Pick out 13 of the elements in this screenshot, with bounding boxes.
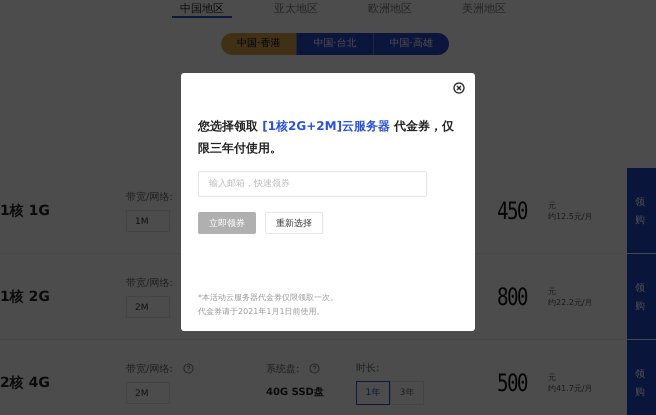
plan-name: 1核 2G [0,288,51,306]
plan-name: 2核 4G [0,374,51,392]
dialog-message: 您选择领取 [1核2G+2M]云服务器 代金券，仅限三年付使用。 [198,118,456,157]
price: 500 [497,368,528,396]
disk-value: 40G SSD盘 [266,386,325,400]
note-text: *本活动云服务器代金券仅限领取一次。 [198,292,339,303]
reselect-button[interactable]: 重新选择 [265,212,323,234]
plan-name: 1核 1G [0,202,51,220]
price: 800 [497,282,528,310]
close-button[interactable] [453,82,465,94]
email-field[interactable]: 输入邮箱，快速领券 [198,171,427,197]
note-text: 代金券请于2021年1月1日前使用。 [198,306,326,317]
price: 450 [497,196,528,224]
